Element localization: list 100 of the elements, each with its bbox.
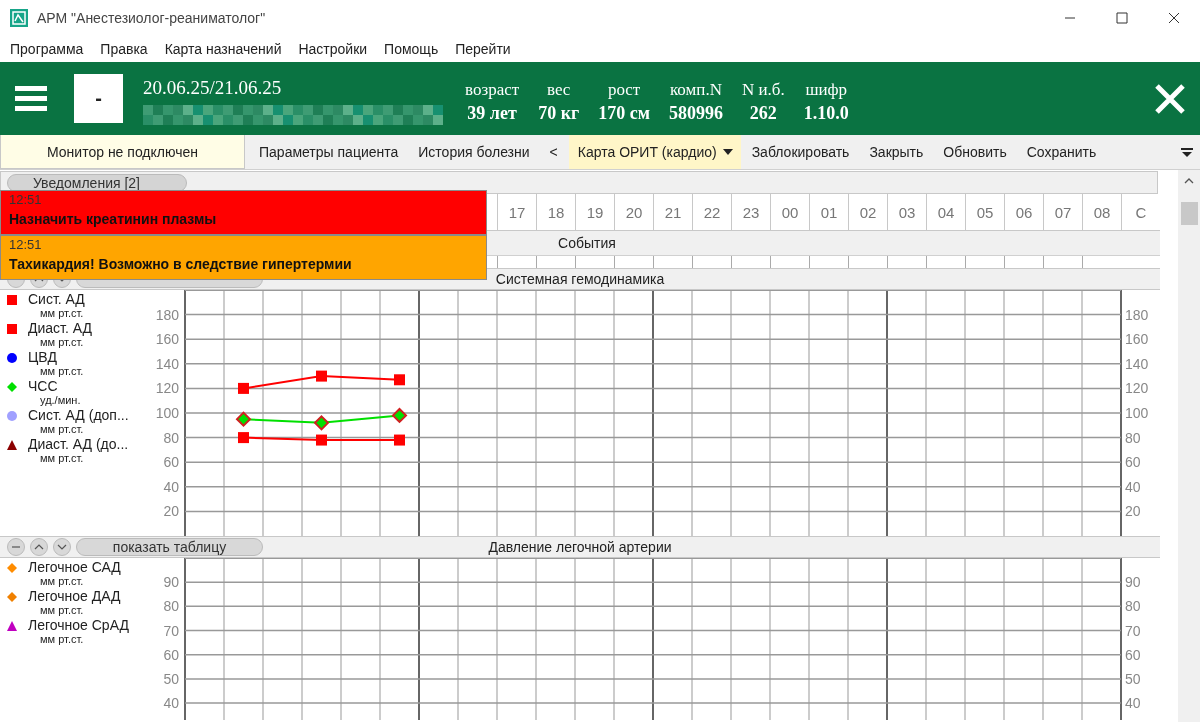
admission-dates: 20.06.25/21.06.25 [143, 77, 283, 99]
legend-label: ЧСС [28, 379, 59, 394]
legend-label: ЦВД [28, 350, 58, 365]
hour-header: 17 [497, 194, 536, 230]
menu-item[interactable]: Настройки [298, 40, 368, 57]
axis-tick-label: 160 [155, 331, 179, 348]
close-icon[interactable] [1154, 82, 1186, 115]
down-button[interactable] [53, 538, 71, 556]
stat-value: 580996 [668, 103, 723, 124]
scroll-thumb[interactable] [1180, 202, 1198, 225]
hour-header: 01 [809, 194, 848, 230]
legend-unit: мм рт.ст. [40, 633, 85, 645]
panel-title: Системная гемодинамика [495, 271, 665, 287]
axis-tick-label: 70 [163, 622, 179, 639]
events-title: События [558, 235, 616, 251]
stat-value: 1.10.0 [803, 103, 849, 124]
axis-tick-label: 160 [1125, 331, 1149, 348]
notification-time: 12:51 [9, 237, 43, 252]
legend-unit: мм рт.ст. [40, 365, 84, 377]
axis-tick-label: 20 [1125, 503, 1141, 520]
axis-tick-label: 140 [1125, 355, 1149, 372]
toolbar-button[interactable]: Заблокировать [742, 135, 859, 169]
axis-tick-label: 40 [1125, 695, 1141, 712]
hour-header: 06 [1004, 194, 1043, 230]
data-point [394, 374, 405, 386]
legend-label: Легочное САД [28, 560, 121, 575]
notification-card[interactable]: 12:51 Назначить креатинин плазмы [0, 190, 487, 235]
diamond-marker-icon [7, 382, 17, 392]
patient-photo-box: - [74, 74, 123, 123]
toolbar-button[interactable]: История болезни [409, 135, 539, 169]
legend-label: Диаст. АД (до... [28, 437, 129, 452]
axis-tick-label: 140 [155, 355, 179, 372]
show-table-button[interactable]: показать таблицу [76, 538, 263, 556]
data-point [238, 432, 249, 444]
hour-header: 05 [965, 194, 1004, 230]
toolbar-button[interactable]: Закрыть [860, 135, 933, 169]
menu-item[interactable]: Правка [100, 40, 148, 57]
hour-header: 23 [731, 194, 770, 230]
axis-tick-label: 180 [1125, 306, 1149, 323]
stat-label: возраст [465, 80, 520, 100]
toolbar-button[interactable]: < [540, 135, 567, 169]
legend-unit: мм рт.ст. [40, 575, 85, 587]
notification-card[interactable]: 12:51 Тахикардия! Возможно в следствие гипертермии [0, 235, 487, 280]
square-marker-icon [7, 324, 17, 334]
axis-tick-label: 100 [155, 405, 179, 421]
stat-label: вес [546, 80, 571, 100]
legend-label: Сист. АД (доп... [28, 408, 129, 423]
triangle-marker-icon [7, 440, 17, 450]
square-marker-icon [7, 295, 17, 305]
stat-label: шифр [805, 80, 848, 100]
axis-tick-label: 120 [155, 380, 179, 397]
maximize-icon[interactable] [1113, 9, 1131, 26]
legend-label: Диаст. АД [28, 321, 92, 336]
menu-item[interactable]: Помощь [384, 40, 439, 57]
hour-header: 02 [848, 194, 887, 230]
menu-item[interactable]: Карта назначений [164, 40, 282, 57]
circle-marker-icon [7, 411, 17, 421]
scroll-up-icon[interactable] [1184, 178, 1194, 184]
toolbar-button[interactable]: Параметры пациента [250, 135, 408, 169]
axis-tick-label: 60 [163, 646, 179, 663]
data-point [238, 382, 249, 394]
monitor-status: Монитор не подключен [0, 135, 245, 169]
triangle-marker-icon [7, 621, 17, 631]
hour-header: 07 [1043, 194, 1082, 230]
stat-value: 170 см [598, 103, 650, 124]
legend-unit: уд./мин. [40, 394, 81, 406]
axis-tick-label: 50 [163, 670, 179, 687]
card-dropdown[interactable]: Карта ОРИТ (кардио) [568, 135, 741, 169]
down-icon [57, 542, 67, 552]
axis-tick-label: 80 [163, 598, 179, 615]
notification-message: Тахикардия! Возможно в следствие гипертермии [9, 256, 353, 272]
legend-label: Легочное СрАД [28, 618, 129, 633]
legend-unit: мм рт.ст. [40, 423, 85, 435]
hour-header: 00 [770, 194, 809, 230]
axis-tick-label: 80 [1125, 429, 1141, 446]
hour-header: 19 [575, 194, 614, 230]
stat-value: 70 кг [538, 103, 580, 124]
axis-tick-label: 70 [1125, 622, 1141, 639]
axis-tick-label: 60 [1125, 454, 1141, 471]
stat-value: 39 лет [467, 103, 517, 124]
hour-header: 22 [692, 194, 731, 230]
notification-time: 12:51 [9, 192, 43, 207]
menu-icon[interactable] [15, 85, 47, 112]
toolbar-button[interactable]: Обновить [934, 135, 1016, 169]
data-point [316, 434, 327, 446]
legend-unit: мм рт.ст. [40, 452, 85, 464]
hour-header: 08 [1082, 194, 1121, 230]
up-button[interactable] [30, 538, 48, 556]
circle-marker-icon [7, 353, 17, 363]
axis-tick-label: 60 [1125, 646, 1141, 663]
data-point [235, 411, 252, 428]
menu-item[interactable]: Программа [10, 40, 84, 57]
overflow-icon[interactable] [1181, 146, 1193, 158]
axis-tick-label: 80 [1125, 598, 1141, 615]
collapse-button[interactable] [7, 538, 25, 556]
legend-unit: мм рт.ст. [40, 604, 85, 616]
legend-label: Сист. АД [28, 292, 85, 307]
menu-item[interactable]: Перейти [455, 40, 511, 57]
hour-header: 04 [926, 194, 965, 230]
toolbar-button[interactable]: Сохранить [1017, 135, 1106, 169]
